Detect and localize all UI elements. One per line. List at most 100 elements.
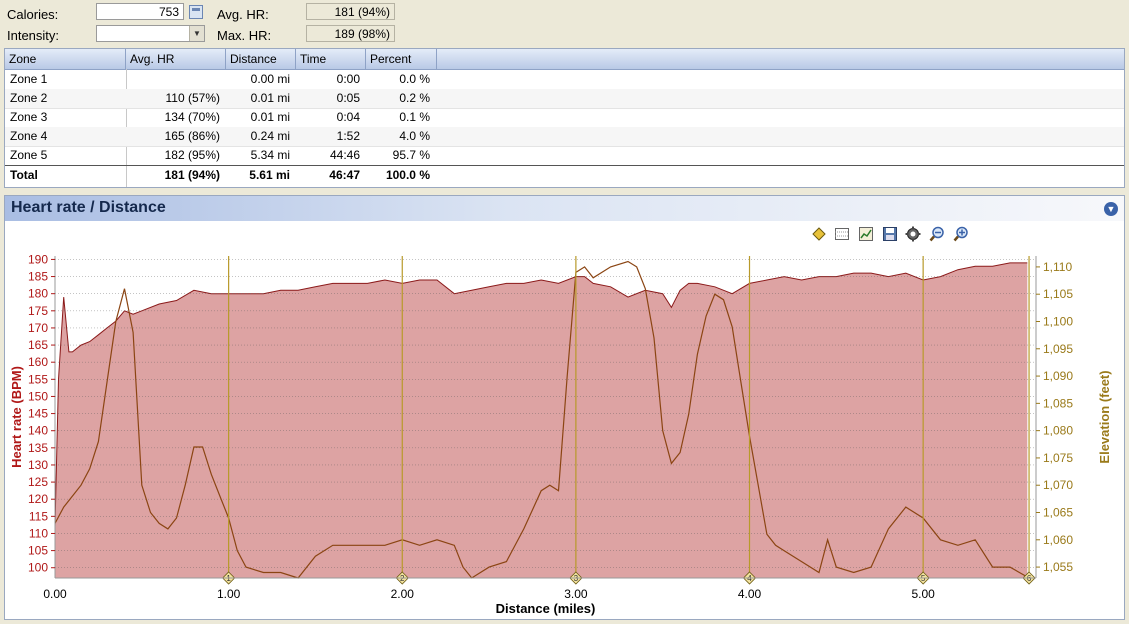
y-tick-label: 105: [28, 544, 48, 558]
save-icon[interactable]: [882, 226, 898, 242]
total-label: Total: [10, 168, 38, 182]
cell-distance: 0.01 mi: [250, 91, 290, 105]
y2-axis-label: Elevation (feet): [1097, 370, 1112, 463]
total-distance: 5.61 mi: [249, 168, 290, 182]
total-time: 46:47: [329, 168, 360, 182]
cell-zone: Zone 3: [10, 110, 48, 124]
cell-time: 0:04: [336, 110, 360, 124]
header-distance[interactable]: Distance: [226, 49, 296, 69]
x-axis-label: Distance (miles): [496, 601, 596, 616]
x-tick-label: 5.00: [911, 587, 935, 601]
header-percent[interactable]: Percent: [366, 49, 437, 69]
y2-tick-label: 1,105: [1043, 287, 1073, 301]
cell-avg-hr: 165 (86%): [164, 129, 220, 143]
max-hr-label: Max. HR:: [217, 28, 272, 43]
y2-tick-label: 1,085: [1043, 396, 1073, 410]
chart-panel-title: Heart rate / Distance: [11, 199, 166, 216]
y-tick-label: 140: [28, 424, 48, 438]
cell-percent: 4.0 %: [399, 129, 430, 143]
cell-avg-hr: 110 (57%): [165, 91, 220, 105]
header-zone[interactable]: Zone: [5, 49, 126, 69]
max-hr-field: 189 (98%): [306, 25, 395, 42]
y-tick-label: 160: [28, 355, 48, 369]
y-tick-label: 165: [28, 338, 48, 352]
intensity-label: Intensity:: [7, 28, 60, 43]
y-tick-label: 110: [29, 526, 48, 540]
header-avg-hr[interactable]: Avg. HR: [126, 49, 226, 69]
y-tick-label: 180: [28, 287, 48, 301]
cell-time: 1:52: [336, 129, 360, 143]
y-tick-label: 120: [28, 492, 48, 506]
cell-distance: 0.00 mi: [250, 72, 290, 86]
total-avg-hr: 181 (94%): [164, 168, 220, 182]
cell-zone: Zone 1: [10, 72, 48, 86]
y2-tick-label: 1,055: [1043, 560, 1073, 574]
table-row[interactable]: Zone 3 134 (70%) 0.01 mi 0:04 0.1 %: [5, 108, 1124, 128]
cell-time: 44:46: [329, 148, 360, 162]
cell-avg-hr: 134 (70%): [164, 110, 220, 124]
y2-tick-label: 1,075: [1043, 451, 1073, 465]
calculator-icon[interactable]: [189, 5, 203, 19]
cell-percent: 0.2 %: [399, 91, 430, 105]
y-tick-label: 190: [28, 252, 48, 266]
cell-distance: 0.01 mi: [250, 110, 290, 124]
diamond-marker-icon[interactable]: [811, 226, 827, 242]
y-tick-label: 150: [28, 389, 48, 403]
settings-icon[interactable]: [905, 226, 921, 242]
table-row[interactable]: Zone 4 165 (86%) 0.24 mi 1:52 4.0 %: [5, 127, 1124, 147]
y2-tick-label: 1,060: [1043, 533, 1073, 547]
y-tick-label: 175: [28, 304, 48, 318]
table-row[interactable]: Zone 2 110 (57%) 0.01 mi 0:05 0.2 %: [5, 89, 1124, 109]
y2-tick-label: 1,100: [1043, 314, 1073, 328]
heart-rate-area: [55, 262, 1028, 578]
intensity-dropdown[interactable]: ▼: [96, 25, 205, 42]
calories-label: Calories:: [7, 7, 59, 22]
y-tick-label: 185: [28, 270, 48, 284]
table-row[interactable]: Zone 1 0.00 mi 0:00 0.0 %: [5, 70, 1124, 90]
summary-area: Calories: 753 Avg. HR: 181 (94%) Intensi…: [0, 0, 1129, 46]
zoom-in-icon[interactable]: [953, 226, 969, 242]
table-row[interactable]: Zone 5 182 (95%) 5.34 mi 44:46 95.7 %: [5, 146, 1124, 166]
y-tick-label: 170: [28, 321, 48, 335]
total-percent: 100.0 %: [385, 168, 430, 182]
y2-tick-label: 1,080: [1043, 424, 1073, 438]
avg-hr-field: 181 (94%): [306, 3, 395, 20]
heart-rate-distance-chart[interactable]: 1234561001051101151201251301351401451501…: [5, 248, 1124, 618]
y-tick-label: 145: [28, 407, 48, 421]
y2-tick-label: 1,095: [1043, 342, 1073, 356]
zones-table: Zone Avg. HR Distance Time Percent Zone …: [4, 48, 1125, 188]
avg-hr-label: Avg. HR:: [217, 7, 269, 22]
zoom-out-icon[interactable]: [929, 226, 945, 242]
calories-field[interactable]: 753: [96, 3, 184, 20]
chevron-down-icon[interactable]: ▼: [189, 26, 204, 41]
collapse-icon[interactable]: ▼: [1104, 202, 1118, 216]
cell-distance: 5.34 mi: [250, 148, 290, 162]
y-tick-label: 135: [28, 441, 48, 455]
x-tick-label: 0.00: [43, 587, 67, 601]
zones-table-header: Zone Avg. HR Distance Time Percent: [5, 49, 1124, 70]
cell-time: 0:00: [336, 72, 360, 86]
x-tick-label: 4.00: [738, 587, 762, 601]
cell-time: 0:05: [336, 91, 360, 105]
y2-tick-label: 1,065: [1043, 506, 1073, 520]
y-axis-label: Heart rate (BPM): [9, 366, 24, 468]
y-tick-label: 115: [29, 509, 48, 523]
grid-icon[interactable]: [834, 226, 850, 242]
x-tick-label: 1.00: [217, 587, 241, 601]
chart-icon[interactable]: [858, 226, 874, 242]
header-time[interactable]: Time: [296, 49, 366, 69]
cell-percent: 0.0 %: [399, 72, 430, 86]
cell-avg-hr: 182 (95%): [164, 148, 220, 162]
y2-tick-label: 1,070: [1043, 478, 1073, 492]
y-tick-label: 155: [28, 372, 48, 386]
y2-tick-label: 1,090: [1043, 369, 1073, 383]
chart-panel-header: Heart rate / Distance ▼: [5, 196, 1124, 221]
y-tick-label: 130: [28, 458, 48, 472]
table-total-row[interactable]: Total 181 (94%) 5.61 mi 46:47 100.0 %: [5, 165, 1124, 185]
cell-percent: 0.1 %: [399, 110, 430, 124]
y-tick-label: 100: [28, 561, 48, 575]
x-tick-label: 2.00: [391, 587, 415, 601]
cell-zone: Zone 4: [10, 129, 48, 143]
y-tick-label: 125: [28, 475, 48, 489]
y2-tick-label: 1,110: [1043, 260, 1072, 274]
